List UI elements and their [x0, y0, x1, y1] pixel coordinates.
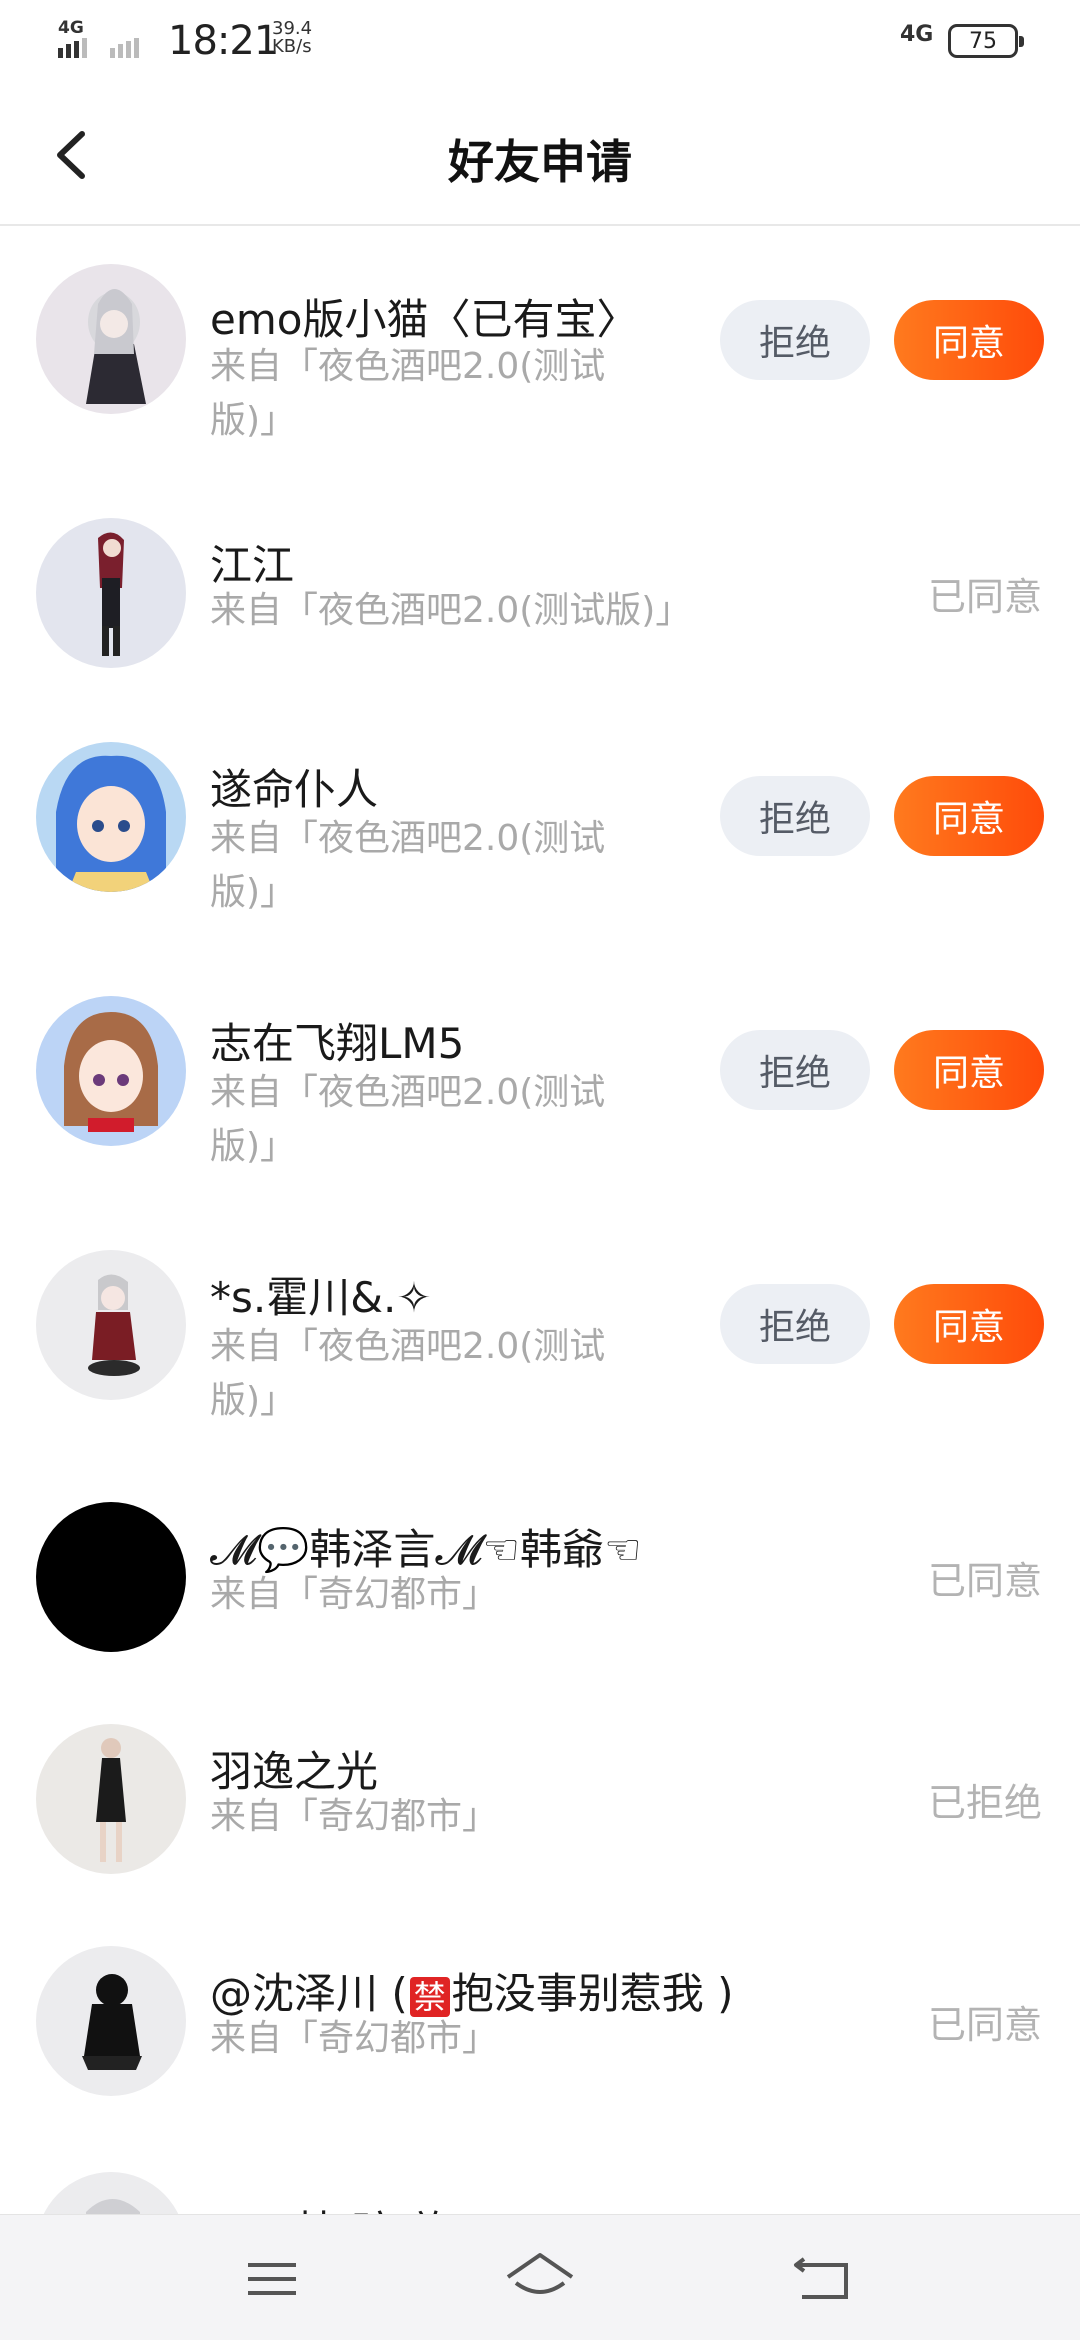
system-navigation-bar: [0, 2214, 1080, 2340]
list-item[interactable]: emo版小猫〈已有宝〉 来自「夜色酒吧2.0(测试版)」 拒绝 同意: [0, 228, 1080, 480]
requester-name: *s.霍川&.✧: [210, 1273, 432, 1322]
avatar[interactable]: [36, 1502, 186, 1652]
request-source: 来自「夜色酒吧2.0(测试版)」: [210, 1072, 606, 1167]
status-bar: 4G 18:21 39.4 KB/s 4G 75: [0, 0, 1080, 84]
agree-button[interactable]: 同意: [894, 300, 1044, 380]
list-item[interactable]: 遂命仆人 来自「夜色酒吧2.0(测试版)」 拒绝 同意: [0, 700, 1080, 954]
request-source: 来自「夜色酒吧2.0(测试版)」: [210, 1326, 606, 1421]
home-icon[interactable]: [500, 2243, 580, 2313]
agree-button[interactable]: 同意: [894, 776, 1044, 856]
request-source: 来自「奇幻都市」: [210, 1796, 499, 1837]
list-item[interactable]: 𝓜💬韩泽言𝓜☜韩爺☜ 来自「奇幻都市」 已同意: [0, 1462, 1080, 1684]
avatar[interactable]: [36, 742, 186, 892]
header: 好友申请: [0, 84, 1080, 226]
requester-name: 遂命仆人: [210, 765, 379, 814]
request-source: 来自「夜色酒吧2.0(测试版)」: [210, 818, 606, 913]
request-status: 已同意: [927, 2003, 1042, 2047]
avatar[interactable]: [36, 518, 186, 668]
list-item[interactable]: 志在飞翔LM5 来自「夜色酒吧2.0(测试版)」 拒绝 同意: [0, 954, 1080, 1208]
signal-icon: [58, 38, 139, 58]
page-title: 好友申请: [448, 135, 632, 189]
list-item[interactable]: @沈泽川 (禁抱没事别惹我 ) 来自「奇幻都市」 已同意: [0, 1906, 1080, 2128]
list-item[interactable]: ⊱❀ 林¹琼¹旋¹ ❀⊰: [0, 2128, 1080, 2322]
network-type-right: 4G: [900, 22, 934, 47]
request-source: 来自「奇幻都市」: [210, 1574, 499, 1615]
network-speed: 39.4 KB/s: [272, 20, 312, 56]
return-icon[interactable]: [782, 2243, 862, 2313]
request-status: 已同意: [927, 575, 1042, 619]
menu-icon[interactable]: [232, 2243, 312, 2313]
clock: 18:21: [168, 18, 279, 64]
reject-button[interactable]: 拒绝: [720, 300, 870, 380]
avatar[interactable]: [36, 1946, 186, 2096]
avatar[interactable]: [36, 264, 186, 414]
network-type: 4G: [58, 18, 84, 38]
avatar[interactable]: [36, 996, 186, 1146]
speed-unit: KB/s: [272, 36, 312, 57]
request-source: 来自「奇幻都市」: [210, 2018, 499, 2059]
agree-button[interactable]: 同意: [894, 1030, 1044, 1110]
request-status: 已拒绝: [927, 1781, 1042, 1825]
name-suffix: 抱没事别惹我 ): [451, 1969, 734, 2018]
reject-button[interactable]: 拒绝: [720, 1030, 870, 1110]
list-item[interactable]: 江江 来自「夜色酒吧2.0(测试版)」 已同意: [0, 480, 1080, 700]
list-item[interactable]: 羽逸之光 来自「奇幻都市」 已拒绝: [0, 1684, 1080, 1906]
requester-name: emo版小猫〈已有宝〉: [210, 295, 639, 344]
battery-icon: 75: [948, 24, 1024, 58]
request-source: 来自「夜色酒吧2.0(测试版)」: [210, 346, 606, 441]
avatar[interactable]: [36, 1250, 186, 1400]
reject-button[interactable]: 拒绝: [720, 1284, 870, 1364]
agree-button[interactable]: 同意: [894, 1284, 1044, 1364]
requester-name: 志在飞翔LM5: [210, 1019, 465, 1068]
request-status: 已同意: [927, 1559, 1042, 1603]
list-item[interactable]: *s.霍川&.✧ 来自「夜色酒吧2.0(测试版)」 拒绝 同意: [0, 1208, 1080, 1462]
reject-button[interactable]: 拒绝: [720, 776, 870, 856]
forbidden-badge: 禁: [409, 1977, 450, 2017]
name-prefix: @沈泽川 (: [210, 1969, 408, 2018]
avatar[interactable]: [36, 1724, 186, 1874]
request-source: 来自「夜色酒吧2.0(测试版)」: [210, 590, 692, 631]
battery-level: 75: [969, 28, 997, 54]
